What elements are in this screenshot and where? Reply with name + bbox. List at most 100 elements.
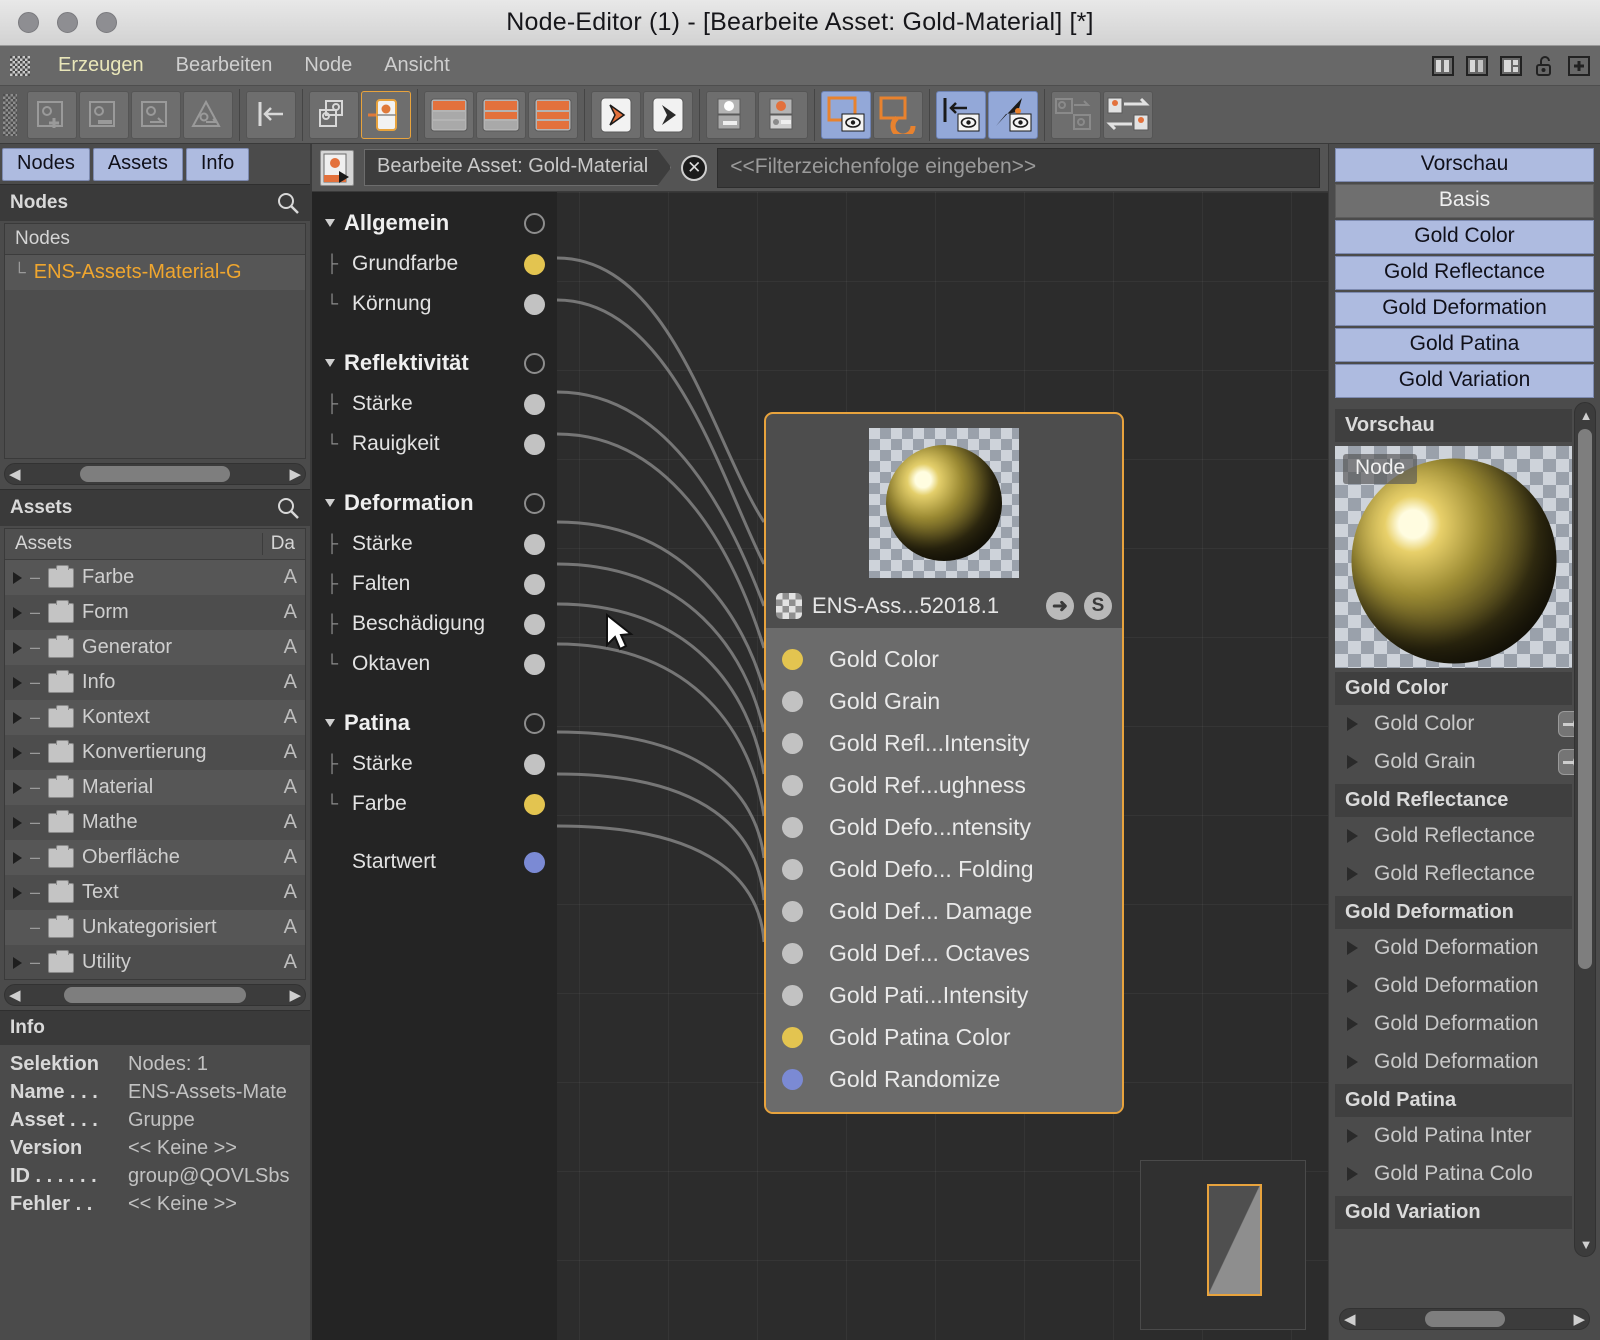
- port-socket[interactable]: [782, 691, 803, 712]
- node-triangle-button[interactable]: [183, 91, 233, 139]
- expand-arrow-icon[interactable]: [13, 957, 22, 969]
- assets-tree-row[interactable]: –InfoA: [5, 665, 305, 700]
- parameter-row[interactable]: Gold Deformation: [1329, 967, 1600, 1005]
- cursor-preview-button[interactable]: [988, 91, 1038, 139]
- menu-bearbeiten[interactable]: Bearbeiten: [160, 54, 289, 77]
- port-socket[interactable]: [782, 817, 803, 838]
- param-row-socket[interactable]: [524, 294, 545, 315]
- layout-grid-icon[interactable]: [1498, 53, 1524, 79]
- node-port[interactable]: Gold Refl...Intensity: [766, 722, 1122, 764]
- param-row[interactable]: ├Grundfarbe: [312, 244, 557, 284]
- param-row[interactable]: ├Stärke: [312, 524, 557, 564]
- param-group-socket[interactable]: [524, 493, 545, 514]
- filter-input[interactable]: <<Filterzeichenfolge eingeben>>: [717, 148, 1320, 188]
- assets-tree-row[interactable]: –MatheA: [5, 805, 305, 840]
- expand-arrow-icon[interactable]: [1347, 1017, 1358, 1031]
- scroll-thumb[interactable]: [1578, 429, 1592, 969]
- param-group-socket[interactable]: [524, 213, 545, 234]
- assets-tree-row[interactable]: –KonvertierungA: [5, 735, 305, 770]
- lock-open-icon[interactable]: [1532, 53, 1558, 79]
- parameter-row[interactable]: Gold Grain: [1329, 743, 1600, 781]
- node-port[interactable]: Gold Color: [766, 638, 1122, 680]
- canvas-minimap[interactable]: [1140, 1160, 1306, 1330]
- port-socket[interactable]: [782, 985, 803, 1006]
- page-button[interactable]: Gold Variation: [1335, 364, 1594, 398]
- search-icon[interactable]: [276, 496, 300, 520]
- assets-tree-row[interactable]: –GeneratorA: [5, 630, 305, 665]
- ports-half-button[interactable]: [424, 91, 474, 139]
- node-titlebar[interactable]: ENS-Ass...52018.1 ➜ S: [766, 588, 1122, 628]
- param-row[interactable]: ├Beschädigung: [312, 604, 557, 644]
- param-row[interactable]: └Körnung: [312, 284, 557, 324]
- group-nodes-button[interactable]: [309, 91, 359, 139]
- port-socket[interactable]: [782, 775, 803, 796]
- tab-nodes[interactable]: Nodes: [2, 148, 90, 181]
- scroll-right-icon[interactable]: ▶: [1573, 1310, 1585, 1328]
- port-socket[interactable]: [782, 943, 803, 964]
- scroll-right-icon[interactable]: ▶: [289, 986, 301, 1004]
- expand-arrow-icon[interactable]: [1347, 1055, 1358, 1069]
- node-swap-button[interactable]: [1103, 91, 1153, 139]
- nodes-listbox[interactable]: Nodes └ ENS-Assets-Material-G: [4, 223, 306, 459]
- scroll-down-icon[interactable]: ▼: [1575, 1233, 1597, 1255]
- chevron-down-icon[interactable]: [325, 219, 335, 227]
- node-solo-button[interactable]: S: [1084, 592, 1112, 620]
- param-group-socket[interactable]: [524, 713, 545, 734]
- breadcrumb[interactable]: Bearbeite Asset: Gold-Material: [364, 149, 671, 186]
- node-port[interactable]: Gold Patina Color: [766, 1016, 1122, 1058]
- tab-info[interactable]: Info: [186, 148, 249, 181]
- page-button[interactable]: Vorschau: [1335, 148, 1594, 182]
- expand-arrow-icon[interactable]: [1347, 867, 1358, 881]
- scroll-thumb[interactable]: [1425, 1311, 1505, 1327]
- param-group[interactable]: Deformation: [312, 482, 557, 524]
- expand-arrow-icon[interactable]: [1347, 1129, 1358, 1143]
- page-button[interactable]: Gold Color: [1335, 220, 1594, 254]
- param-row-socket[interactable]: [524, 852, 545, 873]
- port-socket[interactable]: [782, 901, 803, 922]
- expand-arrow-icon[interactable]: [13, 642, 22, 654]
- expand-arrow-icon[interactable]: [1347, 941, 1358, 955]
- parameter-row[interactable]: Gold Deformation: [1329, 929, 1600, 967]
- scroll-left-icon[interactable]: ◀: [1344, 1310, 1356, 1328]
- param-group[interactable]: Reflektivität: [312, 342, 557, 384]
- assets-tree-row[interactable]: –FarbeA: [5, 560, 305, 595]
- assets-tree-row[interactable]: –MaterialA: [5, 770, 305, 805]
- parameter-row[interactable]: Gold Deformation: [1329, 1005, 1600, 1043]
- toolbar-grip-icon[interactable]: [3, 94, 17, 136]
- port-socket[interactable]: [782, 1069, 803, 1090]
- chevron-down-icon[interactable]: [325, 719, 335, 727]
- minimap-viewport[interactable]: [1207, 1184, 1262, 1296]
- port-socket[interactable]: [782, 859, 803, 880]
- param-row-socket[interactable]: [524, 614, 545, 635]
- assets-tree-row[interactable]: –TextA: [5, 875, 305, 910]
- parameter-row[interactable]: Gold Reflectance: [1329, 855, 1600, 893]
- chevron-down-icon[interactable]: [325, 499, 335, 507]
- split-vertical-icon[interactable]: [1430, 53, 1456, 79]
- param-row-socket[interactable]: [524, 574, 545, 595]
- align-left-button[interactable]: [246, 91, 296, 139]
- node-rename-button[interactable]: [79, 91, 129, 139]
- parameter-row[interactable]: Gold Deformation: [1329, 1043, 1600, 1081]
- menubar-grip-icon[interactable]: [10, 56, 30, 76]
- node-port[interactable]: Gold Defo... Folding: [766, 848, 1122, 890]
- node-canvas[interactable]: Allgemein├Grundfarbe└KörnungReflektivitä…: [312, 192, 1328, 1340]
- assets-tree-row[interactable]: –UnkategorisiertA: [5, 910, 305, 945]
- expand-arrow-icon[interactable]: [1347, 829, 1358, 843]
- assets-tree-row[interactable]: –KontextA: [5, 700, 305, 735]
- expand-arrow-icon[interactable]: [1347, 717, 1358, 731]
- node-collapse-button[interactable]: ➜: [1046, 592, 1074, 620]
- add-view-icon[interactable]: [1566, 53, 1592, 79]
- play-orange-button[interactable]: [591, 91, 641, 139]
- assets-hscrollbar[interactable]: ◀ ▶: [4, 984, 306, 1006]
- param-row[interactable]: ├Stärke: [312, 384, 557, 424]
- expand-arrow-icon[interactable]: [1347, 755, 1358, 769]
- nodes-hscrollbar[interactable]: ◀ ▶: [4, 463, 306, 485]
- scroll-thumb[interactable]: [80, 466, 230, 482]
- parameter-row[interactable]: Gold Reflectance: [1329, 817, 1600, 855]
- expand-arrow-icon[interactable]: [13, 712, 22, 724]
- search-icon[interactable]: [276, 191, 300, 215]
- expand-arrow-icon[interactable]: [13, 747, 22, 759]
- param-row-socket[interactable]: [524, 754, 545, 775]
- param-row[interactable]: ├Stärke: [312, 744, 557, 784]
- expand-arrow-icon[interactable]: [13, 782, 22, 794]
